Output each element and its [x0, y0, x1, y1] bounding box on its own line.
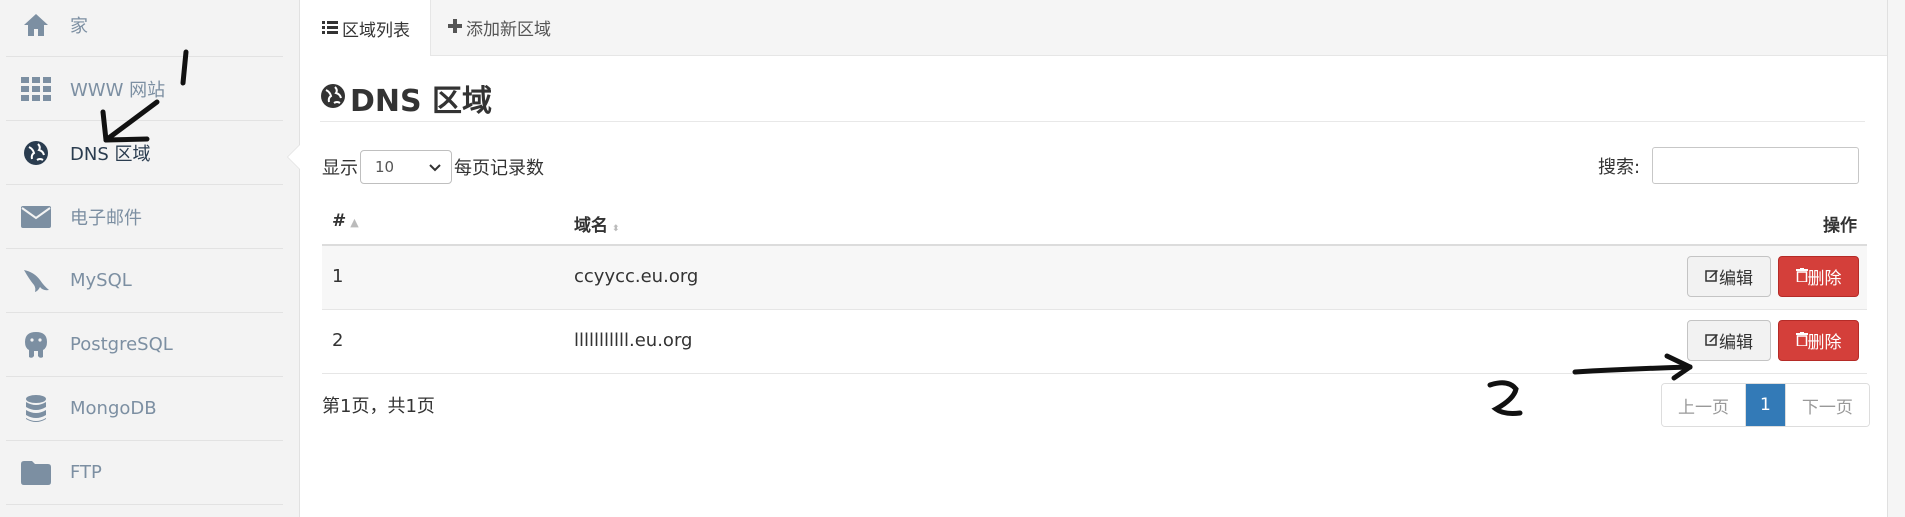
- annotation-arrow-2: [1487, 353, 1693, 416]
- hand-drawn-annotations: 1 2: [100, 31, 1693, 416]
- annotation-label-1: 1: [190, 31, 191, 33]
- annotation-label-2: 2: [1500, 394, 1501, 396]
- annotation-arrow-1: [100, 49, 189, 143]
